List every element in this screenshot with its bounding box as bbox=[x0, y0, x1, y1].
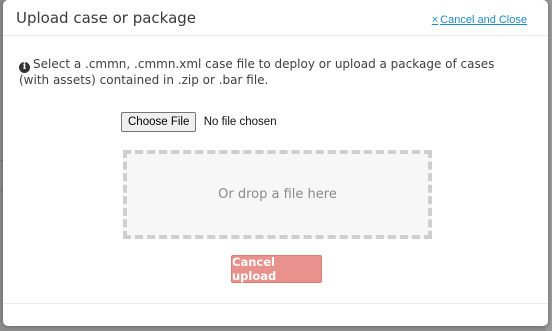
instructions-label: Select a .cmmn, .cmmn.xml case file to d… bbox=[19, 57, 495, 87]
upload-modal: Upload case or package × Cancel and Close… bbox=[3, 0, 548, 326]
info-circle-icon: i bbox=[19, 62, 30, 73]
file-drop-zone[interactable]: Or drop a file here bbox=[123, 150, 432, 239]
file-input[interactable]: Choose File No file chosen bbox=[121, 112, 277, 132]
cancel-upload-button[interactable]: Cancel upload bbox=[231, 255, 322, 283]
cancel-and-close-link[interactable]: × Cancel and Close bbox=[432, 14, 527, 26]
drop-zone-label: Or drop a file here bbox=[218, 187, 337, 202]
close-icon: × bbox=[431, 14, 439, 26]
cancel-and-close-label: Cancel and Close bbox=[440, 14, 527, 26]
modal-title: Upload case or package bbox=[16, 9, 197, 27]
instructions-text: i Select a .cmmn, .cmmn.xml case file to … bbox=[19, 57, 519, 88]
footer-divider bbox=[3, 303, 548, 304]
file-status-text: No file chosen bbox=[203, 116, 277, 128]
modal-header: Upload case or package × Cancel and Close bbox=[3, 0, 548, 36]
choose-file-button[interactable]: Choose File bbox=[121, 112, 197, 132]
